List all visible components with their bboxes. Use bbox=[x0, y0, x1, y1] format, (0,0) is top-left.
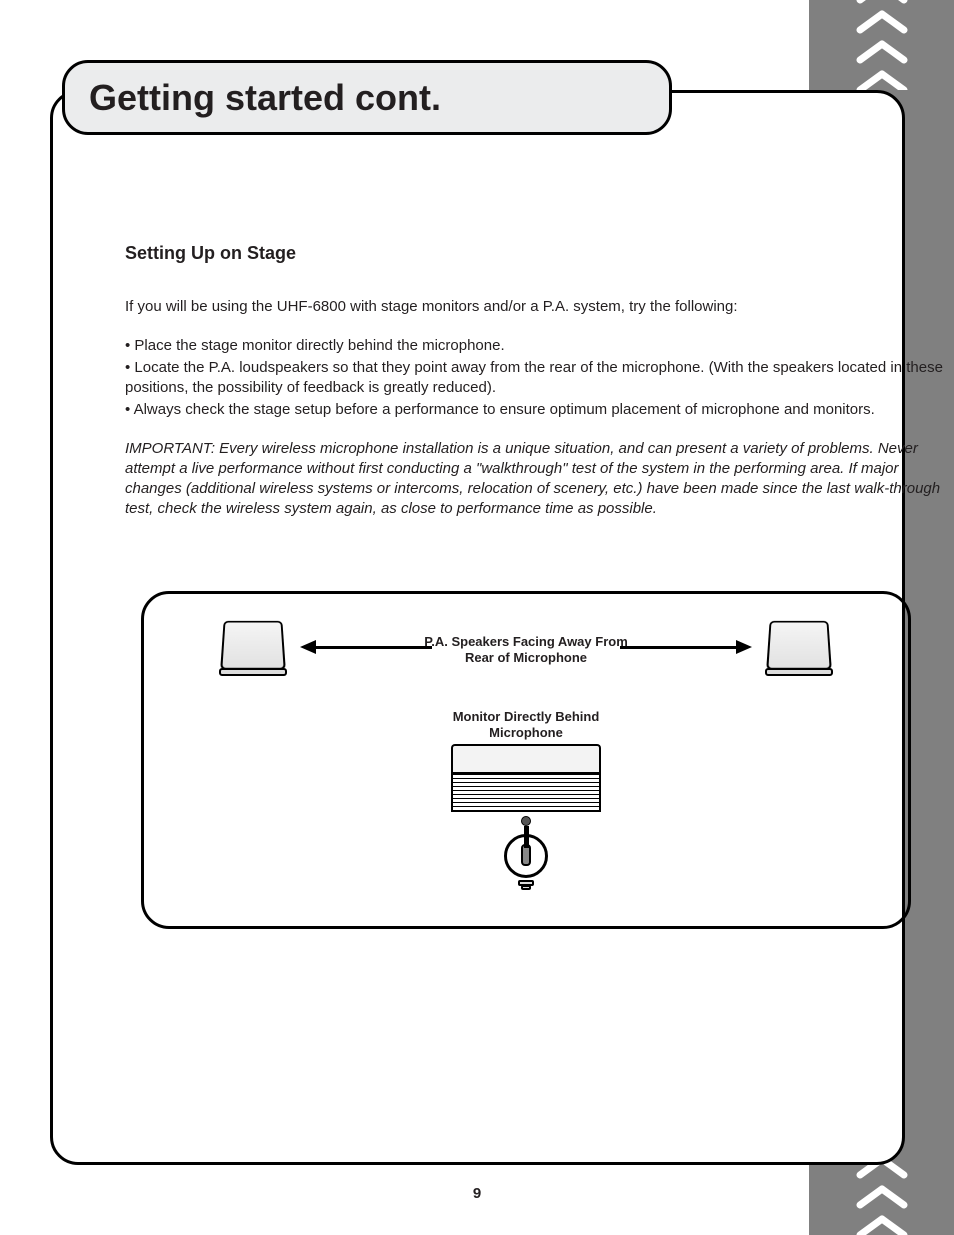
intro-paragraph: If you will be using the UHF-6800 with s… bbox=[125, 297, 945, 317]
bullet-item: • Locate the P.A. loudspeakers so that t… bbox=[125, 358, 945, 399]
page: Getting started cont. Setting Up on Stag… bbox=[0, 0, 954, 1235]
arrow-left-icon bbox=[302, 644, 432, 650]
stage-monitor-icon bbox=[451, 744, 601, 812]
body-text: Setting Up on Stage If you will be using… bbox=[125, 241, 945, 538]
chevron-up-icon bbox=[856, 0, 908, 90]
section-title: Getting started cont. bbox=[89, 77, 441, 119]
section-title-box: Getting started cont. bbox=[62, 60, 672, 135]
subheading: Setting Up on Stage bbox=[125, 241, 945, 265]
important-note: IMPORTANT: Every wireless microphone ins… bbox=[125, 439, 945, 520]
pa-speaker-right-icon bbox=[764, 618, 834, 680]
chevron-stack-top bbox=[856, 0, 908, 90]
diagram-caption-monitor: Monitor Directly Behind Microphone bbox=[416, 709, 636, 742]
pa-speaker-left-icon bbox=[218, 618, 288, 680]
microphone-icon bbox=[504, 834, 548, 890]
diagram-caption-speakers: P.A. Speakers Facing Away From Rear of M… bbox=[416, 634, 636, 667]
bullet-item: • Always check the stage setup before a … bbox=[125, 400, 945, 420]
bullet-item: • Place the stage monitor directly behin… bbox=[125, 336, 945, 356]
arrow-right-icon bbox=[620, 644, 750, 650]
page-number: 9 bbox=[0, 1185, 954, 1202]
stage-setup-diagram: P.A. Speakers Facing Away From Rear of M… bbox=[141, 591, 911, 929]
bullet-list: • Place the stage monitor directly behin… bbox=[125, 336, 945, 421]
content-card: Setting Up on Stage If you will be using… bbox=[50, 90, 905, 1165]
